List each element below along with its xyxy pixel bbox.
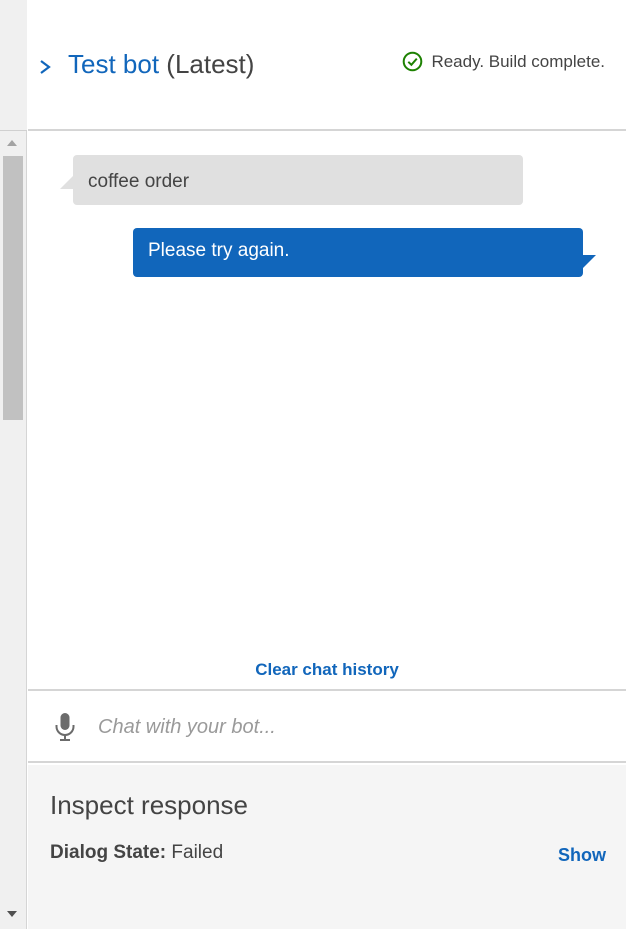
bot-message-tail — [582, 255, 596, 269]
chat-input-row — [28, 689, 626, 763]
dialog-state-label: Dialog State: — [50, 842, 167, 863]
check-circle-icon — [403, 51, 423, 72]
scrollbar-thumb[interactable] — [3, 156, 23, 420]
scroll-down-arrow-icon[interactable] — [7, 911, 17, 917]
panel-title: Test bot (Latest) — [68, 48, 254, 80]
dialog-state: Dialog State: Failed — [50, 841, 223, 865]
gutter-top-block — [0, 0, 27, 131]
show-details-link[interactable]: Show — [558, 844, 606, 866]
microphone-icon[interactable] — [54, 712, 76, 742]
scroll-up-arrow-icon[interactable] — [7, 140, 17, 146]
build-status-text: Ready. Build complete. — [431, 51, 605, 71]
user-message-tail — [60, 175, 74, 189]
bot-version: (Latest) — [166, 49, 255, 79]
build-status: Ready. Build complete. — [402, 51, 605, 72]
inspect-response-panel: Inspect response Dialog State: Failed Sh… — [28, 765, 626, 929]
bot-name: Test bot — [68, 49, 160, 79]
clear-chat-history-link[interactable]: Clear chat history — [28, 660, 626, 680]
chat-input[interactable] — [98, 707, 598, 747]
chat-conversation: coffee order Please try again. Clear cha… — [28, 133, 626, 689]
chevron-right-icon[interactable] — [38, 58, 52, 76]
bot-message: Please try again. — [133, 228, 583, 277]
dialog-state-value: Failed — [171, 842, 224, 863]
user-message: coffee order — [73, 155, 523, 205]
inspect-response-title: Inspect response — [50, 790, 249, 820]
test-bot-header: Test bot (Latest) Ready. Build complete. — [28, 0, 626, 131]
